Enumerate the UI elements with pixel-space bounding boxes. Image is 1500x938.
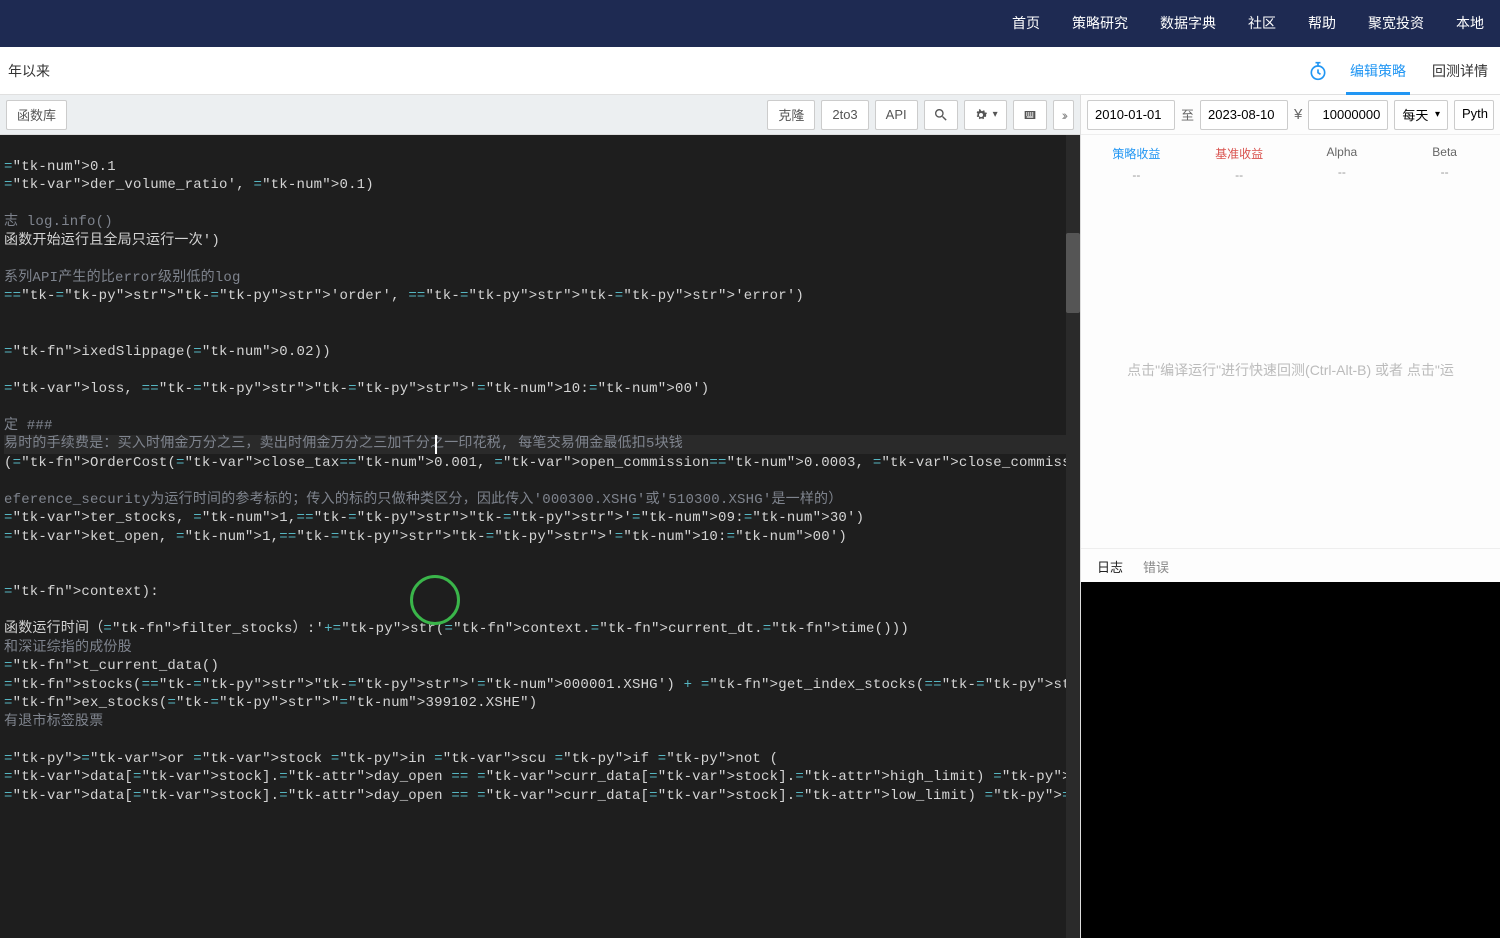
code-line[interactable]: [4, 565, 1080, 584]
code-line[interactable]: ="tk-var">loss, =="tk-="tk-py">str">"tk-…: [4, 380, 1080, 399]
editor-toolbar: 函数库 克隆 2to3 API ▾ ››: [0, 95, 1080, 135]
nav-strategy[interactable]: 策略研究: [1056, 0, 1144, 47]
code-line[interactable]: 函数运行时间（="tk-fn">filter_stocks）:'+="tk-py…: [4, 620, 1080, 639]
code-line[interactable]: 有退市标签股票: [4, 713, 1080, 732]
metric-value: --: [1291, 165, 1394, 179]
code-line[interactable]: [4, 361, 1080, 380]
end-date-input[interactable]: [1200, 100, 1288, 130]
api-button[interactable]: API: [875, 100, 918, 130]
code-line[interactable]: ="tk-var">data[="tk-var">stock].="tk-att…: [4, 768, 1080, 787]
nav-help[interactable]: 帮助: [1292, 0, 1352, 47]
search-button[interactable]: [924, 100, 958, 130]
keyboard-icon: [1022, 107, 1038, 123]
code-line[interactable]: [4, 546, 1080, 565]
code-editor[interactable]: ="tk-num">0.1="tk-var">der_volume_ratio'…: [0, 135, 1080, 938]
metric-label: Alpha: [1291, 145, 1394, 159]
backtest-hint: 点击"编译运行"进行快速回测(Ctrl-Alt-B) 或者 点击"运: [1081, 192, 1500, 548]
metric-label: 策略收益: [1085, 145, 1188, 162]
start-date-input[interactable]: [1087, 100, 1175, 130]
code-line[interactable]: [4, 398, 1080, 417]
tab-edit-strategy[interactable]: 编辑策略: [1346, 47, 1410, 95]
nav-datadict[interactable]: 数据字典: [1144, 0, 1232, 47]
sub-bar: 年以来 编辑策略 回测详情: [0, 47, 1500, 95]
code-line[interactable]: eference_security为运行时间的参考标的；传入的标的只做种类区分，…: [4, 491, 1080, 510]
clone-button[interactable]: 克隆: [767, 100, 815, 130]
search-icon: [933, 107, 949, 123]
keyboard-button[interactable]: [1013, 100, 1047, 130]
timer-icon[interactable]: [1308, 61, 1328, 81]
code-line[interactable]: [4, 195, 1080, 214]
metric-value: --: [1393, 165, 1496, 179]
code-line[interactable]: [4, 139, 1080, 158]
nav-community[interactable]: 社区: [1232, 0, 1292, 47]
metric-value: --: [1085, 168, 1188, 182]
chevron-right-double-icon: ››: [1062, 107, 1065, 123]
code-line[interactable]: ="tk-fn">t_current_data(): [4, 657, 1080, 676]
code-line[interactable]: ="tk-py">="tk-var">or ="tk-var">stock ="…: [4, 750, 1080, 769]
backtest-params: 至 ¥ 每天 ▾ Pyth: [1081, 95, 1500, 135]
metric: Beta --: [1393, 145, 1496, 182]
code-line[interactable]: 和深证综指的成份股: [4, 639, 1080, 658]
code-line[interactable]: ="tk-var">data[="tk-var">stock].="tk-att…: [4, 787, 1080, 806]
nav-invest[interactable]: 聚宽投资: [1352, 0, 1440, 47]
metrics-row: 策略收益--基准收益--Alpha--Beta--: [1081, 135, 1500, 192]
frequency-value: 每天: [1402, 105, 1428, 124]
code-line[interactable]: 志 log.info(): [4, 213, 1080, 232]
code-line[interactable]: 易时的手续费是：买入时佣金万分之三，卖出时佣金万分之三加千分之一印花税, 每笔交…: [4, 435, 1080, 454]
code-line[interactable]: 函数开始运行且全局只运行一次'): [4, 232, 1080, 251]
code-line[interactable]: [4, 306, 1080, 325]
language-select[interactable]: Pyth: [1454, 100, 1494, 130]
tab-backtest-detail[interactable]: 回测详情: [1428, 47, 1492, 95]
metric: 策略收益 --: [1085, 145, 1188, 182]
2to3-button[interactable]: 2to3: [821, 100, 868, 130]
metric-label: Beta: [1393, 145, 1496, 159]
nav-home[interactable]: 首页: [996, 0, 1056, 47]
code-line[interactable]: ="tk-var">ket_open, ="tk-num">1,=="tk-="…: [4, 528, 1080, 547]
tab-log[interactable]: 日志: [1097, 557, 1123, 576]
gear-icon: [973, 107, 989, 123]
scrollbar-track[interactable]: [1066, 135, 1080, 938]
code-line[interactable]: [4, 324, 1080, 343]
code-line[interactable]: =="tk-="tk-py">str">"tk-="tk-py">str">'o…: [4, 287, 1080, 306]
top-nav: 首页 策略研究 数据字典 社区 帮助 聚宽投资 本地: [0, 0, 1500, 47]
code-line[interactable]: [4, 472, 1080, 491]
page-title: 年以来: [0, 61, 50, 81]
code-line[interactable]: ="tk-var">ter_stocks, ="tk-num">1,=="tk-…: [4, 509, 1080, 528]
code-line[interactable]: ="tk-fn">context):: [4, 583, 1080, 602]
function-lib-button[interactable]: 函数库: [6, 100, 67, 130]
nav-local[interactable]: 本地: [1440, 0, 1500, 47]
metric: Alpha --: [1291, 145, 1394, 182]
code-line[interactable]: (="tk-fn">OrderCost(="tk-var">close_tax=…: [4, 454, 1080, 473]
editor-pane: 函数库 克隆 2to3 API ▾ ›› ="tk-num">0.1="tk-v…: [0, 95, 1080, 938]
scrollbar-thumb[interactable]: [1066, 233, 1080, 313]
code-line[interactable]: [4, 602, 1080, 621]
code-line[interactable]: ="tk-fn">stocks(=="tk-="tk-py">str">"tk-…: [4, 676, 1080, 695]
results-pane: 至 ¥ 每天 ▾ Pyth 策略收益--基准收益--Alpha--Beta-- …: [1080, 95, 1500, 938]
log-tabs: 日志 错误: [1081, 548, 1500, 582]
frequency-select[interactable]: 每天 ▾: [1394, 100, 1448, 130]
metric-value: --: [1188, 168, 1291, 182]
code-line[interactable]: 定 ###: [4, 417, 1080, 436]
currency-label: ¥: [1294, 106, 1302, 123]
log-console[interactable]: [1081, 582, 1500, 938]
chevron-down-icon: ▾: [993, 109, 998, 120]
amount-input[interactable]: [1308, 100, 1388, 130]
code-line[interactable]: ="tk-fn">ex_stocks(="tk-="tk-py">str">"=…: [4, 694, 1080, 713]
chevron-down-icon: ▾: [1435, 109, 1440, 120]
code-line[interactable]: ="tk-fn">ixedSlippage(="tk-num">0.02)): [4, 343, 1080, 362]
settings-button[interactable]: ▾: [964, 100, 1007, 130]
tab-error[interactable]: 错误: [1143, 557, 1169, 576]
metric: 基准收益 --: [1188, 145, 1291, 182]
code-line[interactable]: ="tk-var">der_volume_ratio', ="tk-num">0…: [4, 176, 1080, 195]
date-to-label: 至: [1181, 105, 1194, 124]
code-line[interactable]: [4, 250, 1080, 269]
code-line[interactable]: ="tk-num">0.1: [4, 158, 1080, 177]
more-button[interactable]: ››: [1053, 100, 1074, 130]
code-line[interactable]: 系列API产生的比error级别低的log: [4, 269, 1080, 288]
code-line[interactable]: [4, 731, 1080, 750]
metric-label: 基准收益: [1188, 145, 1291, 162]
